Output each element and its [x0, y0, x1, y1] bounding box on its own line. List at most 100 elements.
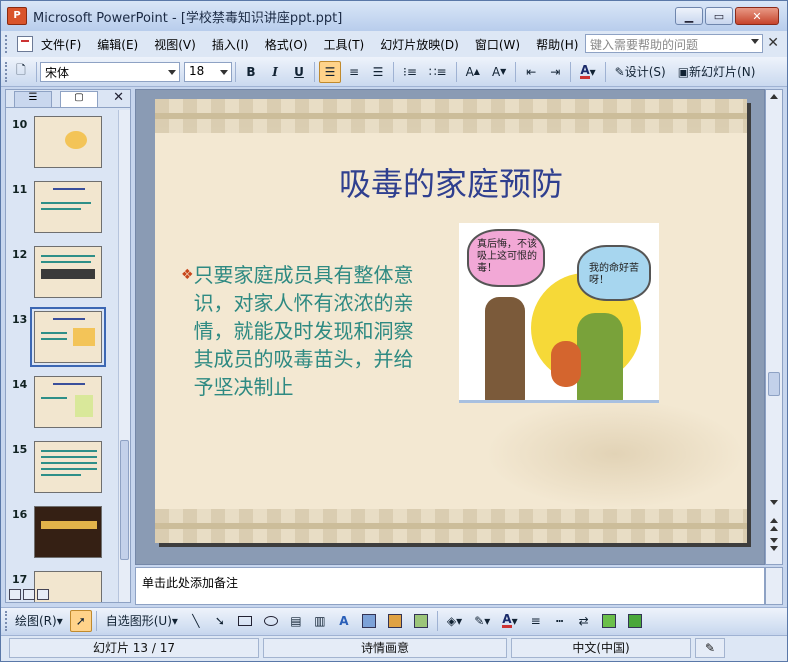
design-button[interactable]: ✎ 设计(S): [610, 61, 671, 83]
current-slide[interactable]: 吸毒的家庭预防 ❖ 只要家庭成员具有整体意识，对家人怀有浓浓的亲情，就能及时发现…: [155, 99, 747, 543]
scrollbar-thumb[interactable]: [120, 440, 129, 560]
new-slide-button[interactable]: ▣ 新幻灯片(N): [673, 61, 761, 83]
menubar-grip[interactable]: [5, 35, 9, 53]
dash-style-icon[interactable]: ┅: [549, 610, 571, 632]
wordart-icon[interactable]: A: [333, 610, 355, 632]
numbering-icon[interactable]: ⁝≡: [398, 61, 422, 83]
family-cartoon-image[interactable]: 真后悔，不该吸上这可恨的毒！ 我的命好苦呀！: [459, 223, 659, 403]
slide-thumbnail-row[interactable]: 14: [6, 376, 118, 438]
draw-font-color-icon[interactable]: A ▾: [497, 610, 522, 632]
slide-thumbnail-row[interactable]: 12: [6, 246, 118, 308]
increase-font-size-icon[interactable]: A ▲: [461, 61, 485, 83]
maximize-button[interactable]: ▭: [705, 7, 733, 25]
menu-file[interactable]: 文件(F): [33, 36, 89, 53]
close-window-button[interactable]: ✕: [735, 7, 779, 25]
align-center-icon[interactable]: ≡: [343, 61, 365, 83]
slide-thumbnail-row[interactable]: 11: [6, 181, 118, 243]
align-left-icon[interactable]: ☰: [319, 60, 341, 83]
tab-slides[interactable]: ▢: [60, 91, 98, 107]
slide-title[interactable]: 吸毒的家庭预防: [155, 159, 747, 205]
slide-thumbnail-selected[interactable]: [30, 307, 106, 367]
bullets-icon[interactable]: ∷≡: [424, 61, 452, 83]
line-color-icon[interactable]: ✎▾: [469, 610, 495, 632]
rectangle-icon[interactable]: [233, 610, 257, 632]
line-icon[interactable]: ╲: [185, 610, 207, 632]
toolbar-grip[interactable]: [5, 61, 9, 82]
increase-indent-icon[interactable]: ⇥: [544, 61, 566, 83]
design-label: 设计(S): [624, 65, 666, 79]
minimize-button[interactable]: ▁: [675, 7, 703, 25]
slide-thumbnail[interactable]: [34, 376, 102, 428]
slideshow-view-icon[interactable]: [37, 589, 49, 600]
arrow-style-icon[interactable]: ⇄: [573, 610, 595, 632]
decrease-indent-icon[interactable]: ⇤: [520, 61, 542, 83]
textbox-icon[interactable]: ▤: [285, 610, 307, 632]
close-document-icon[interactable]: ✕: [767, 35, 779, 51]
vertical-textbox-icon[interactable]: ▥: [309, 610, 331, 632]
autoshapes-button[interactable]: 自选图形(U) ▾: [101, 610, 183, 632]
menu-view[interactable]: 视图(V): [146, 36, 204, 53]
slide-thumbnail[interactable]: [34, 441, 102, 493]
notes-pane[interactable]: 单击此处添加备注: [135, 567, 765, 605]
line-style-icon[interactable]: ≡: [525, 610, 547, 632]
scroll-down-icon[interactable]: [770, 500, 778, 505]
font-size-select[interactable]: 18: [184, 61, 232, 82]
view-buttons: [9, 589, 49, 600]
menu-help[interactable]: 帮助(H): [528, 36, 586, 53]
slide-scrollbar[interactable]: [765, 89, 783, 565]
align-right-icon[interactable]: ☰: [367, 61, 389, 83]
oval-icon[interactable]: [259, 610, 283, 632]
autoshapes-label: 自选图形(U): [105, 614, 172, 628]
slide-number: 14: [12, 378, 28, 391]
slides-pane-scrollbar[interactable]: [118, 110, 130, 602]
select-pointer-icon[interactable]: ➚: [69, 609, 92, 632]
previous-slide-icon[interactable]: [770, 518, 778, 523]
slide-body-textbox[interactable]: ❖ 只要家庭成员具有整体意识，对家人怀有浓浓的亲情，就能及时发现和洞察其成员的吸…: [181, 261, 431, 401]
bold-button[interactable]: B: [240, 61, 262, 83]
spelling-check-icon[interactable]: ✎: [695, 638, 725, 658]
slide-thumbnail-row[interactable]: 15: [6, 441, 118, 503]
arrow-icon[interactable]: ➘: [209, 610, 231, 632]
notes-scrollbar[interactable]: [765, 567, 783, 605]
slide-sorter-view-icon[interactable]: [23, 589, 35, 600]
slide-thumbnail[interactable]: [34, 116, 102, 168]
next-slide-icon[interactable]: [770, 538, 778, 543]
fill-color-icon[interactable]: ◈▾: [442, 610, 467, 632]
decrease-font-size-icon[interactable]: A ▼: [487, 61, 511, 83]
shadow-style-icon[interactable]: [597, 610, 621, 632]
slide-thumbnail[interactable]: [34, 506, 102, 558]
diagram-icon[interactable]: [357, 610, 381, 632]
title-bar: P Microsoft PowerPoint - [学校禁毒知识讲座ppt.pp…: [1, 1, 787, 31]
toolbar-grip[interactable]: [5, 610, 9, 631]
italic-button[interactable]: I: [264, 61, 286, 83]
close-pane-icon[interactable]: ✕: [113, 90, 124, 105]
menu-insert[interactable]: 插入(I): [204, 36, 257, 53]
slide-thumbnail[interactable]: [34, 181, 102, 233]
help-dropdown-arrow-icon[interactable]: [751, 39, 759, 44]
insert-picture-icon[interactable]: [409, 610, 433, 632]
scrollbar-thumb[interactable]: [768, 372, 780, 396]
menu-slideshow[interactable]: 幻灯片放映(D): [372, 36, 467, 53]
menu-tools[interactable]: 工具(T): [316, 36, 373, 53]
slide-thumbnail-row[interactable]: 10: [6, 116, 118, 178]
underline-button[interactable]: U: [288, 61, 310, 83]
menu-format[interactable]: 格式(O): [257, 36, 316, 53]
menu-window[interactable]: 窗口(W): [467, 36, 528, 53]
menu-edit[interactable]: 编辑(E): [89, 36, 146, 53]
slide-thumbnail-row[interactable]: 16: [6, 506, 118, 568]
tab-outline[interactable]: ☰: [14, 91, 52, 107]
new-document-icon[interactable]: 🗋: [10, 61, 32, 83]
slide-thumbnail[interactable]: [34, 246, 102, 298]
help-search-input[interactable]: 键入需要帮助的问题: [585, 34, 763, 53]
3d-style-icon[interactable]: [623, 610, 647, 632]
normal-view-icon[interactable]: [9, 589, 21, 600]
powerpoint-window: P Microsoft PowerPoint - [学校禁毒知识讲座ppt.pp…: [0, 0, 788, 662]
slide-thumbnail-row[interactable]: 13: [6, 307, 118, 373]
document-icon[interactable]: [17, 36, 33, 52]
font-color-icon[interactable]: A ▾: [575, 61, 600, 83]
clipart-icon[interactable]: [383, 610, 407, 632]
powerpoint-app-icon[interactable]: P: [7, 7, 27, 25]
draw-menu-button[interactable]: 绘图(R) ▾: [10, 610, 68, 632]
font-name-select[interactable]: 宋体: [40, 61, 180, 82]
scroll-up-icon[interactable]: [770, 94, 778, 99]
